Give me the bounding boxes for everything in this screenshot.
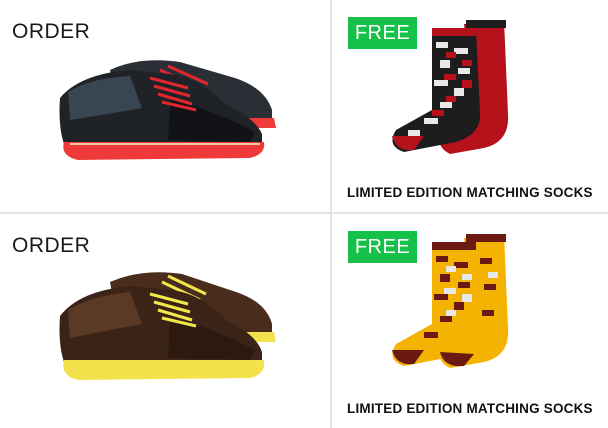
brown-wingtip-shoe-icon (59, 272, 276, 380)
socks-caption: LIMITED EDITION MATCHING SOCKS (347, 401, 593, 416)
order-card-red-shoe[interactable]: ORDER (0, 0, 330, 212)
black-wingtip-shoe-icon (59, 60, 276, 160)
red-pattern-socks-icon (392, 20, 509, 154)
order-label[interactable]: ORDER (12, 20, 90, 44)
order-card-yellow-shoe[interactable]: ORDER (0, 214, 330, 428)
socks-caption: LIMITED EDITION MATCHING SOCKS (347, 185, 593, 200)
free-socks-card-yellow[interactable]: FREE LIMITED EDITION MATCHING SOCKS (332, 214, 608, 428)
free-socks-card-red[interactable]: FREE LIMITED EDITION MATCHING SOCKS (332, 0, 608, 212)
promo-grid: ORDER FREE LIMITED EDITION MATCHING SOCK… (0, 0, 608, 428)
order-label[interactable]: ORDER (12, 234, 90, 258)
yellow-pattern-socks-icon (392, 234, 509, 368)
